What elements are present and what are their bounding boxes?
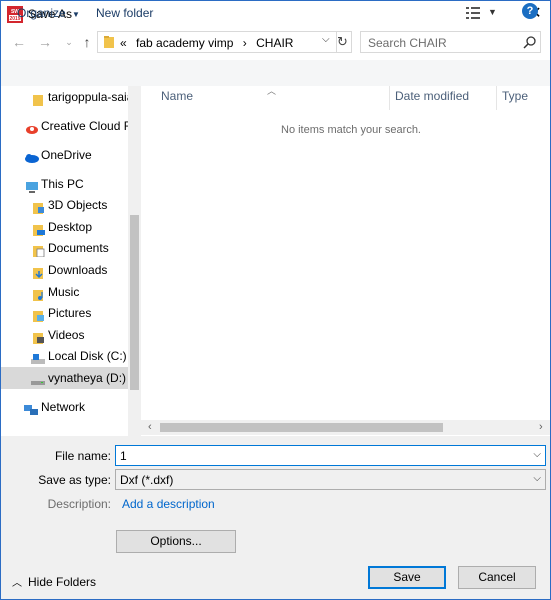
nav-item-creative-cloud[interactable]: Creative Cloud File: [1, 115, 141, 137]
recent-locations-dropdown-icon[interactable]: ⌄: [60, 33, 78, 51]
address-segment-chair[interactable]: CHAIR: [256, 36, 293, 50]
address-segment-fab-academy-vimp[interactable]: fab academy vimp: [136, 36, 233, 50]
column-header-type[interactable]: Type: [502, 89, 528, 109]
nav-label: tarigoppula-saia: [48, 90, 134, 104]
view-options-icon[interactable]: [466, 7, 480, 19]
folder-icon: [104, 36, 114, 48]
scroll-right-icon[interactable]: ›: [539, 421, 543, 433]
nav-label: Pictures: [48, 306, 92, 320]
chevron-down-icon[interactable]: ⌵: [533, 449, 541, 460]
address-path: « fab academy vimp › CHAIR: [120, 36, 293, 50]
music-icon: [33, 286, 45, 301]
chevron-down-icon[interactable]: ⌵: [533, 473, 541, 484]
hide-folders-button[interactable]: ︿ Hide Folders: [12, 574, 96, 589]
refresh-icon[interactable]: ↻: [334, 31, 352, 53]
folder-icon: [33, 91, 45, 106]
desktop-icon: [33, 221, 45, 236]
nav-item-vynatheya-d[interactable]: vynatheya (D:): [1, 367, 129, 389]
nav-item-videos[interactable]: Videos: [1, 324, 129, 346]
file-name-value[interactable]: 1: [120, 449, 127, 463]
caret-down-icon: ▼: [72, 10, 80, 19]
column-divider[interactable]: [496, 86, 497, 110]
nav-item-tarigoppula-saia[interactable]: tarigoppula-saia: [1, 86, 133, 108]
column-header-name[interactable]: Name: [161, 89, 193, 109]
navigation-pane: tarigoppula-saia Creative Cloud File One…: [1, 86, 141, 436]
options-button[interactable]: Options...: [116, 530, 236, 553]
nav-item-music[interactable]: Music: [1, 281, 129, 303]
3d-objects-icon: [33, 199, 45, 214]
nav-label: Desktop: [48, 220, 93, 234]
forward-arrow-icon[interactable]: →: [36, 33, 54, 51]
column-header-date-modified[interactable]: Date modified: [395, 89, 469, 109]
view-dropdown-icon[interactable]: ▼: [488, 7, 497, 17]
sort-ascending-icon: ︿: [267, 86, 277, 96]
chevron-down-icon[interactable]: ⌵: [322, 34, 330, 45]
drive-icon: [31, 372, 45, 385]
nav-label: OneDrive: [41, 148, 92, 162]
nav-scrollbar-thumb[interactable]: [130, 215, 139, 390]
pictures-icon: [33, 307, 45, 322]
nav-label: Videos: [48, 328, 85, 342]
organize-label: Organize: [17, 6, 66, 20]
add-description-link[interactable]: Add a description: [122, 497, 215, 511]
nav-label: This PC: [41, 177, 84, 191]
help-icon[interactable]: ?: [522, 3, 538, 19]
onedrive-icon: [23, 149, 39, 163]
local-disk-icon: [31, 350, 45, 364]
creative-cloud-icon: [25, 120, 38, 134]
nav-label: Local Disk (C:): [48, 349, 127, 363]
nav-item-3d-objects[interactable]: 3D Objects: [1, 194, 129, 216]
column-divider[interactable]: [389, 86, 390, 110]
description-label: Description:: [47, 497, 111, 511]
file-list[interactable]: [141, 86, 550, 436]
horizontal-scrollbar-thumb[interactable]: [160, 423, 443, 432]
nav-item-local-disk-c[interactable]: Local Disk (C:): [1, 345, 129, 367]
address-separator: ›: [242, 36, 247, 50]
file-name-field[interactable]: 1 ⌵: [115, 445, 546, 466]
videos-icon: [33, 329, 45, 344]
documents-icon: [33, 242, 45, 258]
chevron-up-icon: ︿: [12, 578, 22, 589]
nav-label: Music: [48, 285, 80, 299]
nav-label: Documents: [48, 241, 109, 255]
cancel-button[interactable]: Cancel: [458, 566, 536, 589]
new-folder-button[interactable]: New folder: [96, 6, 153, 20]
save-as-type-value: Dxf (*.dxf): [120, 473, 174, 487]
nav-item-downloads[interactable]: Downloads: [1, 259, 129, 281]
search-box[interactable]: Search CHAIR: [360, 31, 541, 53]
search-input[interactable]: Search CHAIR: [368, 36, 447, 50]
file-name-label: File name:: [54, 449, 111, 463]
empty-message: No items match your search.: [281, 124, 421, 136]
nav-item-pictures[interactable]: Pictures: [1, 302, 129, 324]
nav-label: Creative Cloud File: [41, 119, 141, 133]
toolbar: [1, 60, 550, 86]
address-prefix: «: [120, 36, 127, 50]
nav-label: Network: [41, 400, 86, 414]
nav-item-network[interactable]: Network: [1, 396, 129, 418]
address-bar[interactable]: « fab academy vimp › CHAIR ⌵: [97, 31, 337, 53]
nav-item-documents[interactable]: Documents: [1, 237, 129, 259]
nav-item-onedrive[interactable]: OneDrive: [1, 144, 129, 166]
nav-label: Downloads: [48, 263, 108, 277]
nav-label: 3D Objects: [48, 198, 108, 212]
nav-label: vynatheya (D:): [48, 371, 127, 385]
save-as-type-label: Save as type:: [38, 473, 111, 487]
pc-icon: [25, 178, 38, 193]
organize-menu[interactable]: Organize ▼: [17, 6, 80, 20]
nav-item-desktop[interactable]: Desktop: [1, 216, 129, 238]
hide-folders-label: Hide Folders: [28, 575, 97, 589]
save-as-type-select[interactable]: Dxf (*.dxf) ⌵: [115, 469, 546, 490]
save-button[interactable]: Save: [368, 566, 446, 589]
downloads-icon: [33, 264, 45, 279]
search-icon[interactable]: [523, 35, 537, 49]
nav-item-this-pc[interactable]: This PC: [1, 173, 129, 195]
up-arrow-icon[interactable]: ↑: [78, 33, 96, 51]
scroll-left-icon[interactable]: ‹: [148, 421, 152, 433]
network-icon: [23, 401, 38, 415]
back-arrow-icon[interactable]: ←: [10, 33, 28, 51]
